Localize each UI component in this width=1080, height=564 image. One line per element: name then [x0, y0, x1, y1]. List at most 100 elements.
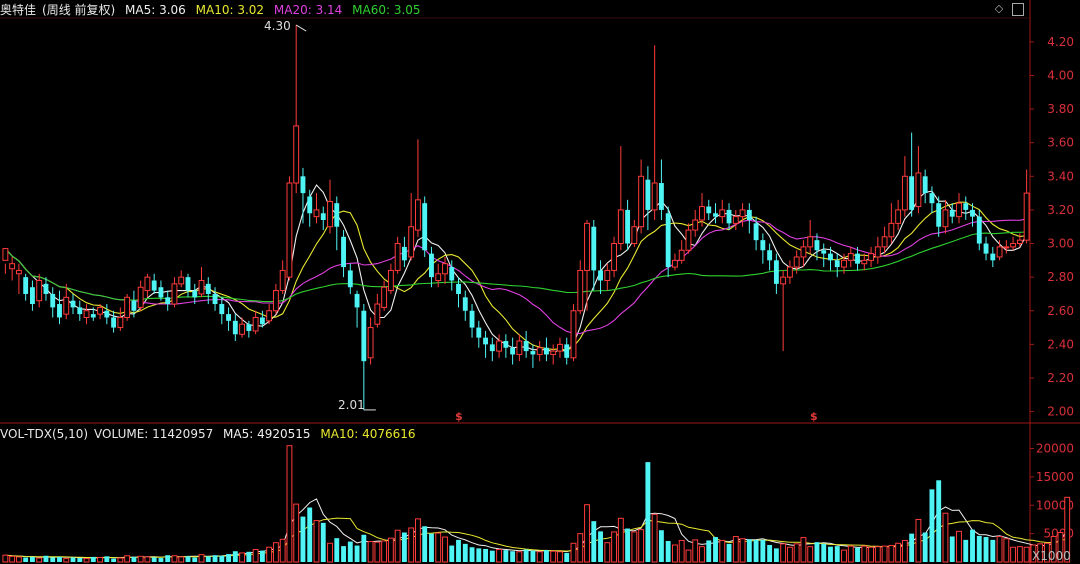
- candle: [874, 236, 881, 264]
- candle-body: [449, 267, 455, 281]
- volume-bar: [780, 543, 787, 563]
- candle-body: [936, 203, 942, 227]
- candle-body: [773, 260, 779, 284]
- volume-bar: [77, 558, 83, 562]
- candle-body: [732, 216, 739, 224]
- stock-name[interactable]: 奥特佳: [0, 3, 36, 17]
- volume-bar: [658, 530, 664, 562]
- volume-bar: [489, 550, 495, 562]
- candle-body: [786, 266, 793, 278]
- candle-body: [503, 341, 509, 348]
- volume-bar: [929, 489, 935, 562]
- candle-body: [922, 176, 928, 194]
- volume-bar: [970, 529, 975, 562]
- volume-bar: [753, 539, 759, 562]
- volume-bar: [429, 533, 434, 562]
- volume-bar: [990, 539, 996, 562]
- volume-bar: [510, 551, 516, 562]
- volume-bar: [111, 558, 117, 562]
- candle: [117, 307, 124, 331]
- candle: [888, 203, 895, 244]
- candle: [462, 290, 468, 321]
- volume-ma5-legend: MA5: 4920515: [223, 427, 311, 441]
- volume-bar: [246, 551, 252, 562]
- candle: [272, 283, 279, 315]
- candle-body: [476, 327, 482, 338]
- volume-bar: [651, 513, 658, 563]
- candle-body: [956, 202, 962, 218]
- candle-body: [800, 246, 807, 258]
- event-marker-1[interactable]: $: [455, 410, 463, 423]
- candle: [2, 248, 9, 274]
- volume-bar: [232, 551, 238, 562]
- candle-body: [198, 280, 205, 295]
- candlestick-series[interactable]: [2, 24, 1030, 411]
- candle-body: [617, 209, 624, 245]
- volume-indicator-name[interactable]: VOL-TDX(5,10): [0, 427, 88, 441]
- stock-chart[interactable]: 4.20 4.00 3.80 3.60 3.40 3.20 3.00 2.80 2.60 2.40…: [0, 0, 1080, 564]
- volume-bar: [726, 543, 732, 562]
- candle: [516, 334, 523, 362]
- candle-body: [131, 300, 137, 311]
- candle-body: [361, 310, 367, 362]
- volume-bar: [631, 531, 638, 563]
- volume-bar: [178, 556, 185, 563]
- candle: [719, 199, 726, 224]
- candle: [469, 304, 475, 338]
- volume-bar-series[interactable]: [2, 445, 1071, 563]
- volume-bar: [901, 539, 908, 563]
- candle: [821, 243, 827, 268]
- candle: [909, 132, 915, 217]
- candle-body: [23, 277, 29, 294]
- candle-body: [671, 259, 678, 268]
- candle-body: [901, 175, 908, 211]
- candle-body: [983, 243, 989, 254]
- candle: [198, 267, 205, 298]
- volume-bar: [773, 548, 779, 562]
- candle-body: [564, 344, 570, 358]
- candle: [611, 236, 618, 278]
- volume-bar: [252, 549, 259, 563]
- volume-bar: [286, 445, 293, 563]
- window-toggle-icon[interactable]: [1012, 3, 1024, 16]
- candle-body: [598, 270, 603, 281]
- candle: [374, 293, 381, 328]
- candle-body: [374, 303, 381, 325]
- candle-body: [550, 350, 557, 355]
- volume-bar: [739, 538, 746, 563]
- candle-body: [300, 176, 306, 194]
- volume-bar: [97, 556, 104, 563]
- event-marker-2[interactable]: $: [810, 410, 818, 423]
- candle-body: [868, 253, 875, 261]
- candle: [983, 236, 989, 261]
- candle: [604, 263, 611, 291]
- price-tick-label: 3.60: [1047, 136, 1074, 150]
- candle: [726, 203, 732, 231]
- candle-body: [320, 213, 326, 220]
- candle-body: [347, 270, 353, 288]
- candle-body: [577, 269, 584, 312]
- volume-bar: [671, 544, 678, 563]
- candle-body: [739, 209, 746, 218]
- candle-body: [63, 296, 70, 315]
- candle-body: [286, 182, 293, 278]
- candle-body: [158, 287, 164, 298]
- period-mode[interactable]: (周线 前复权): [42, 3, 115, 17]
- volume-bar: [23, 557, 29, 562]
- candle: [706, 199, 712, 220]
- candle-body: [252, 316, 259, 332]
- candle: [936, 196, 942, 237]
- candle: [895, 199, 902, 231]
- volume-bar: [557, 551, 563, 563]
- diamond-icon[interactable]: ◇: [993, 3, 1005, 15]
- candle-body: [165, 297, 171, 305]
- candle-body: [767, 250, 773, 261]
- volume-bar: [807, 546, 814, 563]
- volume-tick-label: 15000: [1036, 470, 1074, 484]
- volume-bar: [117, 557, 124, 563]
- candle: [422, 196, 428, 257]
- candle-body: [631, 226, 638, 245]
- candle-body: [692, 219, 699, 231]
- candle: [320, 206, 326, 231]
- candle-body: [990, 253, 996, 261]
